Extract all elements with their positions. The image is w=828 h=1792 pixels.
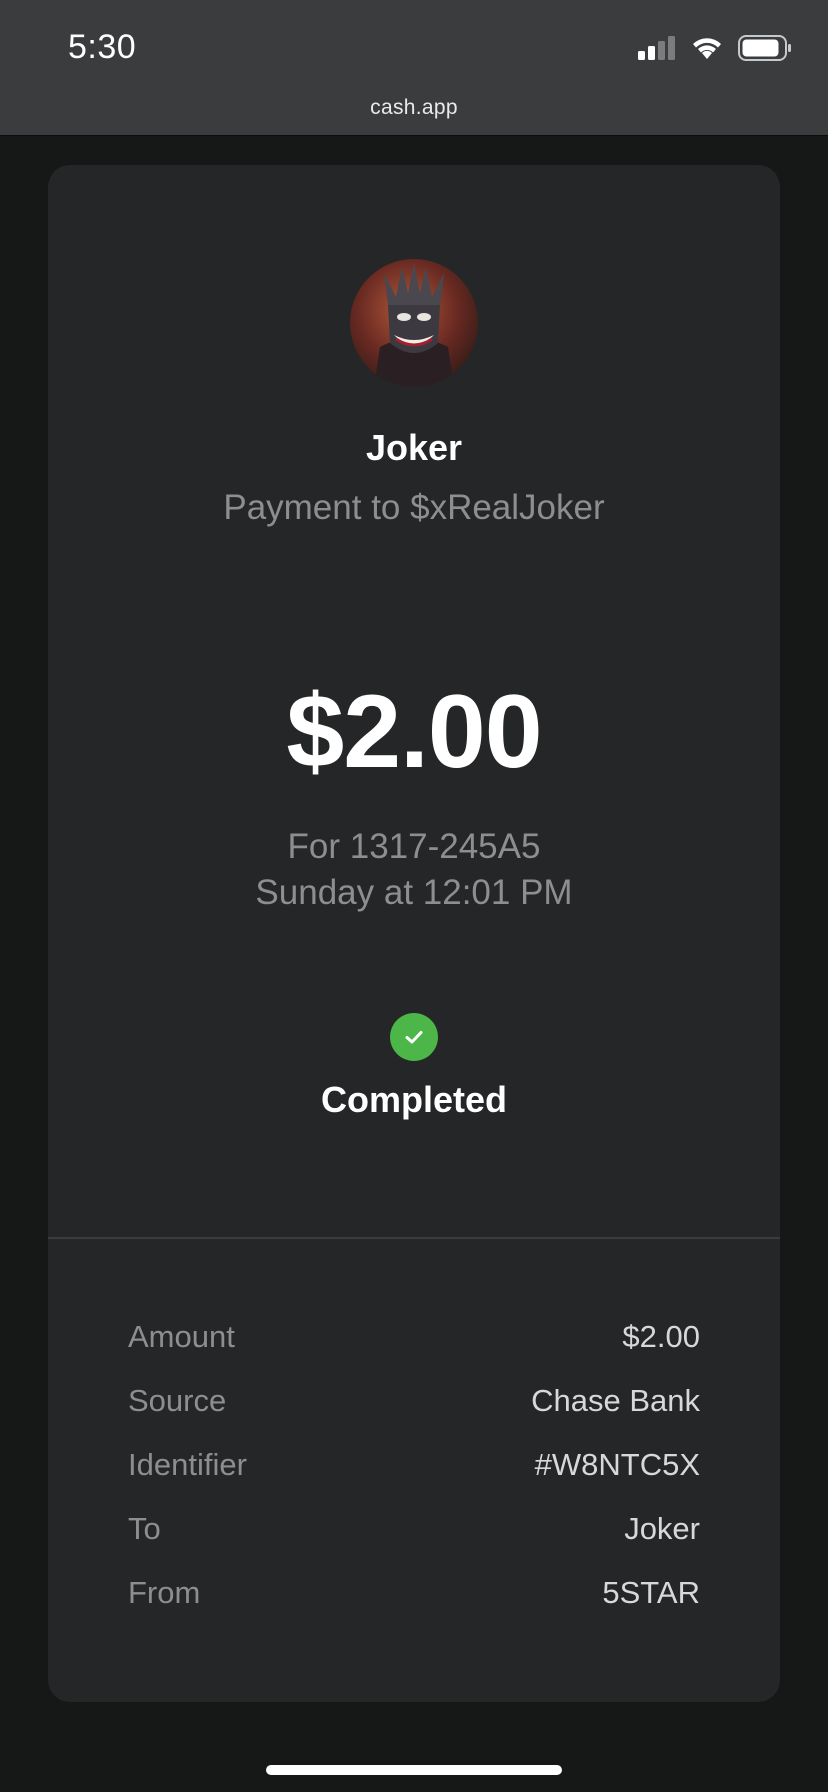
avatar	[350, 259, 478, 387]
payment-receipt-card: Joker Payment to $xRealJoker $2.00 For 1…	[48, 165, 780, 1702]
status-icons	[638, 34, 792, 66]
wifi-icon	[690, 35, 724, 66]
detail-label: Amount	[128, 1319, 235, 1354]
status-label: Completed	[320, 1079, 507, 1120]
cellular-signal-icon	[638, 35, 676, 65]
divider	[48, 1237, 780, 1239]
status-time: 5:30	[68, 28, 137, 66]
detail-label: Identifier	[128, 1447, 247, 1482]
recipient-name: Joker	[365, 427, 463, 468]
url-bar[interactable]: cash.app	[0, 96, 828, 120]
detail-row-identifier: Identifier #W8NTC5X	[128, 1447, 700, 1511]
detail-row-to: To Joker	[128, 1511, 700, 1575]
details-list: Amount $2.00 Source Chase Bank Identifie…	[128, 1319, 700, 1639]
detail-label: To	[128, 1511, 161, 1546]
detail-value: Joker	[624, 1511, 700, 1546]
payment-date: Sunday at 12:01 PM	[255, 873, 573, 912]
detail-row-amount: Amount $2.00	[128, 1319, 700, 1383]
payment-subtitle: Payment to $xRealJoker	[223, 488, 605, 527]
payment-amount: $2.00	[286, 674, 542, 790]
home-indicator[interactable]	[266, 1765, 562, 1775]
status-bar: 5:30 cash.app	[0, 0, 828, 136]
payment-memo: For 1317-245A5	[287, 827, 541, 866]
detail-label: Source	[128, 1383, 227, 1418]
detail-value: Chase Bank	[531, 1383, 700, 1418]
detail-value: 5STAR	[602, 1575, 700, 1610]
detail-row-source: Source Chase Bank	[128, 1383, 700, 1447]
detail-row-from: From 5STAR	[128, 1575, 700, 1639]
battery-icon	[738, 34, 792, 66]
detail-value: $2.00	[622, 1319, 700, 1354]
check-circle-icon	[390, 1013, 438, 1061]
detail-value: #W8NTC5X	[534, 1447, 700, 1482]
detail-label: From	[128, 1575, 201, 1610]
